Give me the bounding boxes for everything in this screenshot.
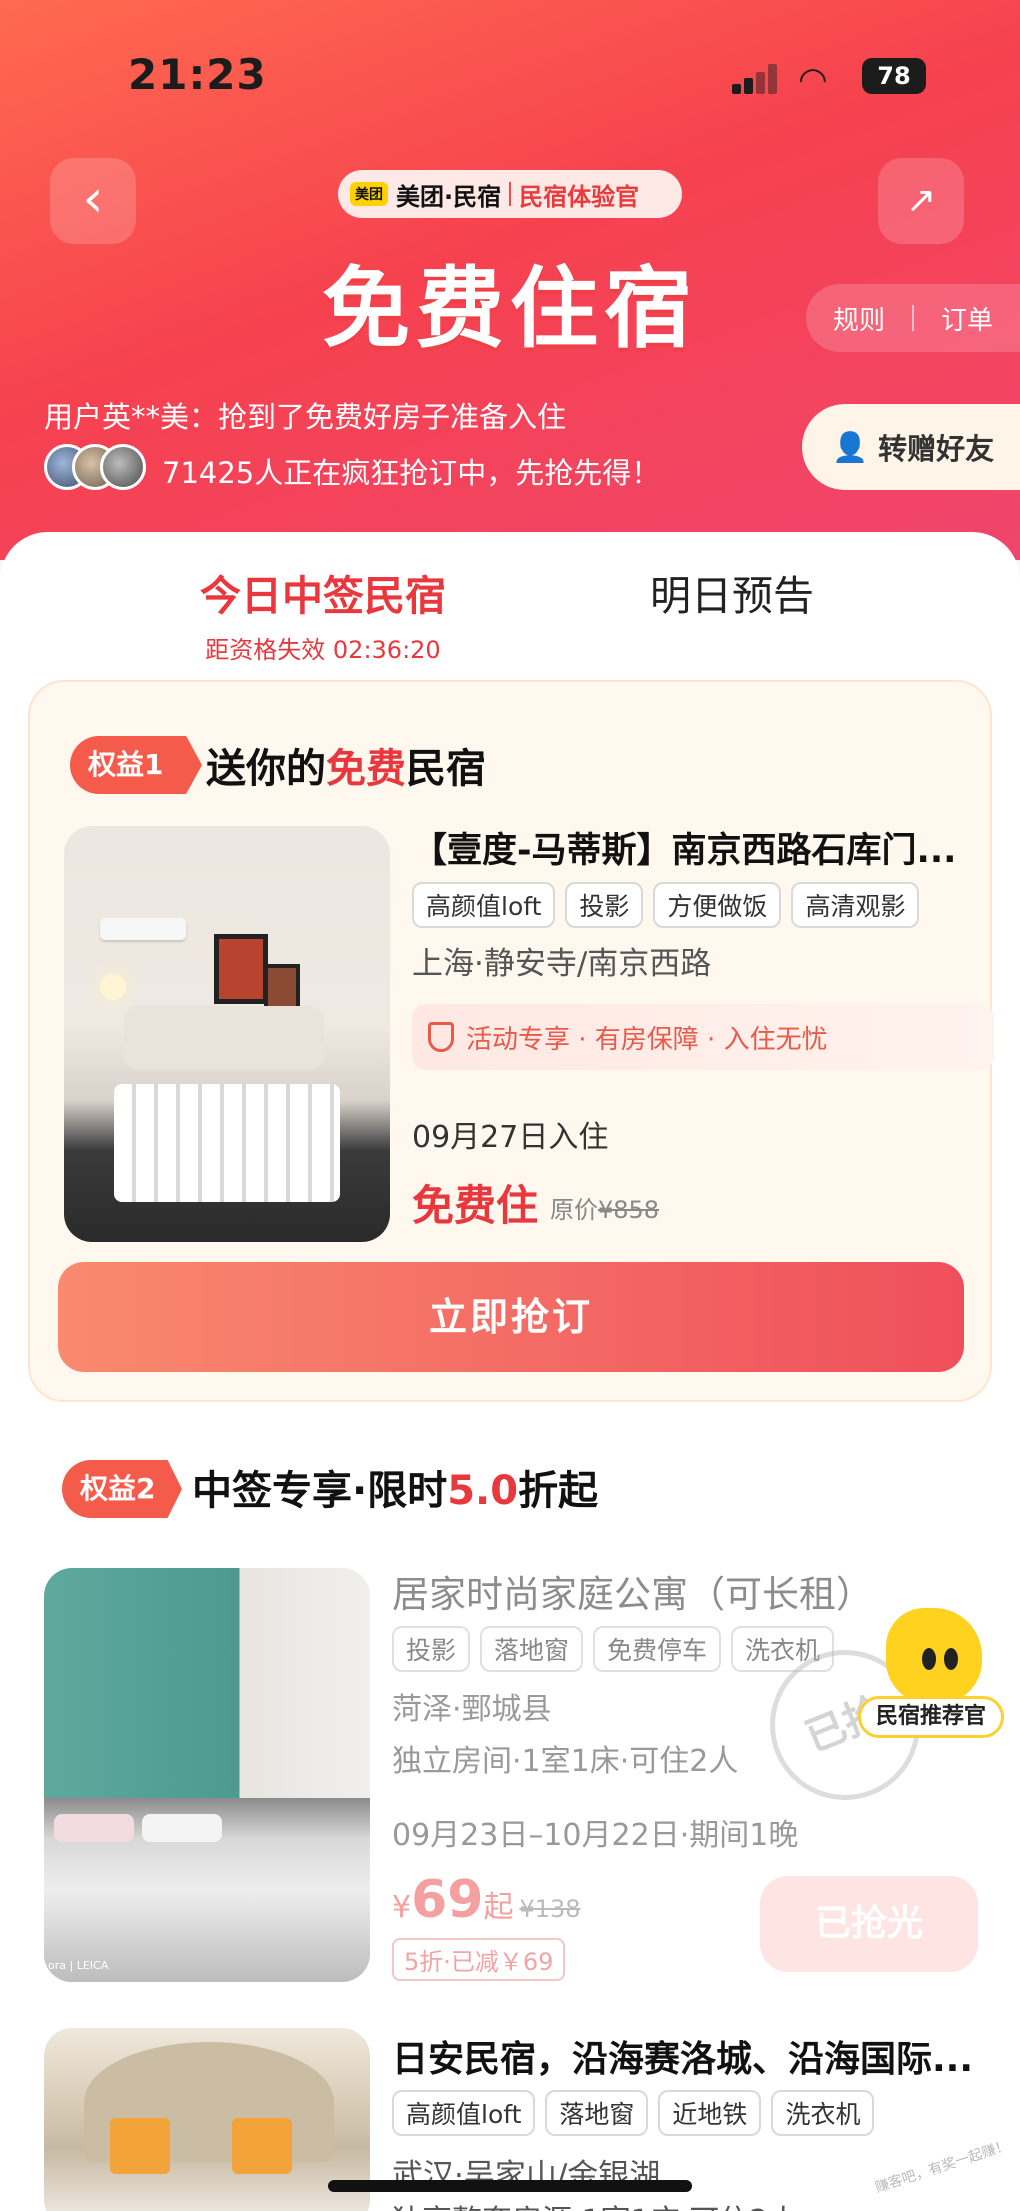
gift-friend-button[interactable]: 👤 转赠好友 [802,404,1020,490]
winner-ticker: 用户英**美：抢到了免费好房子准备入住 [44,400,567,434]
free-price: 免费住 [412,1181,539,1230]
photo-detail [142,1814,222,1842]
title-prefix: 送你的 [206,746,326,792]
countdown-timer: 距资格失效 02:36:20 [205,636,441,664]
tag: 高清观影 [791,882,920,928]
guarantee-banner: 活动专享 · 有房保障 · 入住无忧 [412,1004,994,1070]
page: 21:23 ◠ 78 ‹ ↗ 美团 美团·民宿 民宿体验官 免费住宿 规则 订单… [0,0,1020,2211]
share-icon: ↗ [905,180,937,221]
tab-today-label: 今日中签民宿 [200,572,446,620]
listing-name[interactable]: 【壹度-马蒂斯】南京西路石库门... [412,822,972,873]
title-prefix: 中签专享·限时 [192,1468,448,1514]
divider [911,305,914,331]
tag: 免费停车 [593,1626,722,1672]
original-price-label: 原价 [550,1196,598,1224]
price-suffix: 起 [483,1890,514,1925]
listing-location: 菏泽·鄄城县 [392,1692,552,1727]
currency-symbol: ¥ [392,1890,412,1925]
tab-today[interactable]: 今日中签民宿 距资格失效 02:36:20 [200,562,446,665]
wifi-icon: ◠ [798,60,828,100]
photo-detail [264,964,300,1010]
listing-tags: 高颜值loft 投影 方便做饭 高清观影 [412,882,920,928]
listing-tags: 投影 落地窗 免费停车 洗衣机 [392,1626,835,1672]
signal-icon [732,64,780,94]
recommender-label[interactable]: 民宿推荐官 [858,1696,1004,1738]
avatar-stack [44,444,154,492]
brand-name: 美团·民宿 [396,182,502,211]
avatar [100,444,146,490]
photo-detail [232,2118,292,2174]
listing-price: ¥69起 ¥138 [392,1870,581,1930]
brand-pill: 美团 美团·民宿 民宿体验官 [338,170,682,218]
tag: 高颜值loft [392,2090,536,2136]
photo-detail [214,934,268,1004]
tab-tomorrow[interactable]: 明日预告 [650,562,814,622]
listing-location: 上海·静安寺/南京西路 [412,946,712,982]
battery-icon: 78 [862,58,926,94]
title-highlight: 5.0 [447,1468,519,1514]
rule-order-pill: 规则 订单 [806,284,1020,352]
tag: 近地铁 [658,2090,762,2136]
tag: 高颜值loft [412,882,556,928]
brand-subtitle: 民宿体验官 [519,182,640,211]
checkin-date: 09月27日入住 [412,1120,609,1155]
benefit-badge: 权益1 [70,736,202,794]
photo-detail [114,1084,340,1202]
participants-count: 71425人正在疯狂抢订中，先抢先得！ [162,456,661,490]
tag: 方便做饭 [653,882,782,928]
gift-friend-label: 转赠好友 [878,432,995,466]
photo-caption: ora | LEICA [48,1959,109,1972]
tag: 投影 [565,882,644,928]
back-button[interactable]: ‹ [50,158,136,244]
status-bar: 21:23 ◠ 78 [0,40,1020,110]
photo-detail [54,1814,134,1842]
user-icon: 👤 [832,429,869,464]
photo-detail [124,1006,324,1070]
section-title: 中签专享·限时5.0折起 [192,1458,598,1516]
free-stay-card: 权益1 送你的免费民宿 【壹度-马蒂斯】南京西路石库门... 高颜值loft 投… [28,680,994,1402]
listing-tags: 高颜值loft 落地窗 近地铁 洗衣机 [392,2090,875,2136]
tag: 投影 [392,1626,471,1672]
listing-name[interactable]: 日安民宿，沿海赛洛城、沿海国际... [392,2030,982,2082]
original-price-value: ¥858 [598,1196,660,1224]
photo-detail [100,918,186,940]
listing-photo[interactable]: ora | LEICA [44,1568,370,1982]
original-price: 原价¥858 [550,1190,659,1225]
tag: 落地窗 [545,2090,649,2136]
benefit-badge: 权益2 [62,1460,182,1518]
title-suffix: 折起 [518,1468,599,1514]
stay-dates: 09月23日–10月22日·期间1晚 [392,1818,799,1853]
meituan-logo: 美团 [350,182,388,206]
listing-photo[interactable] [44,2028,370,2211]
status-time: 21:23 [128,50,267,99]
book-now-button[interactable]: 立即抢订 [58,1262,964,1372]
orders-link[interactable]: 订单 [941,300,993,337]
tag: 落地窗 [480,1626,584,1672]
share-button[interactable]: ↗ [878,158,964,244]
original-price: ¥138 [519,1895,581,1923]
brand-divider [509,182,512,206]
room-info: 独立房间·1室1床·可住2人 [392,1744,739,1779]
listing-name[interactable]: 居家时尚家庭公寓（可长租） [392,1564,873,1618]
listing-photo[interactable] [64,826,390,1242]
photo-detail [100,974,126,1000]
title-highlight: 免费 [326,746,406,792]
guarantee-text: 活动专享 · 有房保障 · 入住无忧 [466,1024,828,1055]
sold-out-button[interactable]: 已抢光 [760,1876,978,1972]
discount-section: 权益2 中签专享·限时5.0折起 ora | LEICA 居家时尚家庭公寓（可长… [0,1440,1020,2211]
room-info: 独享整套房源·1室1床·可住2人 [392,2196,798,2211]
discount-badge: 5折·已减￥69 [392,1938,566,1981]
tag: 洗衣机 [771,2090,875,2136]
home-indicator[interactable] [328,2180,692,2192]
chevron-left-icon: ‹ [82,169,104,229]
shield-icon [428,1022,454,1052]
photo-detail [110,2118,170,2174]
section-title: 送你的免费民宿 [206,736,486,794]
rules-link[interactable]: 规则 [833,300,885,337]
price-value: 69 [411,1870,484,1930]
title-suffix: 民宿 [406,746,486,792]
